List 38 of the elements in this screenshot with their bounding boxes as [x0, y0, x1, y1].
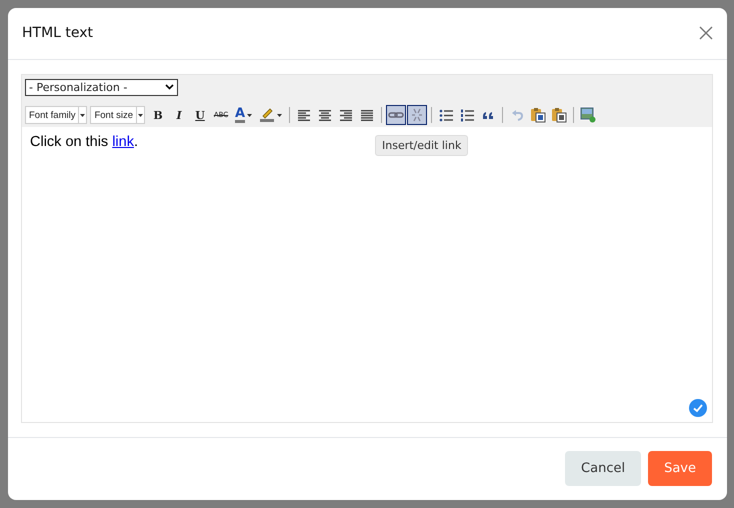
caret-icon — [247, 114, 252, 117]
link-button[interactable] — [386, 105, 406, 126]
tooltip: Insert/edit link — [375, 134, 468, 156]
bullet-list-icon — [439, 108, 454, 122]
personalization-dropdown[interactable]: - Personalization - — [25, 78, 178, 96]
highlighter-icon — [259, 107, 276, 124]
undo-icon — [511, 109, 524, 122]
paste-text-icon — [551, 107, 568, 124]
editor-text: Click on this link. — [30, 134, 138, 150]
broken-link-icon — [410, 107, 424, 124]
image-button[interactable] — [578, 105, 598, 126]
cancel-button[interactable]: Cancel — [565, 451, 642, 486]
image-icon — [580, 107, 596, 124]
caret-icon — [277, 114, 282, 117]
caret-icon — [138, 114, 144, 117]
align-left-icon — [296, 108, 312, 122]
toolbar-dropdown[interactable]: Font size — [90, 106, 146, 124]
toolbar-dropdown[interactable]: Font family — [25, 106, 88, 124]
numbered-list-icon — [460, 108, 474, 122]
quote-icon — [482, 110, 494, 120]
chain-link-icon — [388, 110, 404, 120]
close-icon — [699, 26, 713, 40]
underline-button[interactable]: U — [190, 105, 210, 126]
dialog-title: HTML text — [22, 25, 94, 42]
align-right-icon — [338, 108, 354, 122]
paste-text-button[interactable] — [549, 105, 570, 126]
paste-word-icon — [530, 107, 546, 124]
caret-icon — [80, 114, 86, 117]
italic-button[interactable]: I — [169, 105, 190, 126]
bold-button[interactable]: B — [148, 105, 168, 126]
paste-word-button[interactable] — [528, 105, 548, 126]
text-color-button[interactable]: A — [232, 105, 256, 126]
align-center-icon — [317, 108, 334, 122]
check-icon — [689, 398, 707, 417]
justify-icon — [359, 108, 376, 122]
unlink-button[interactable] — [407, 105, 428, 126]
link[interactable]: link — [112, 134, 134, 150]
chevron-icon — [165, 84, 174, 90]
